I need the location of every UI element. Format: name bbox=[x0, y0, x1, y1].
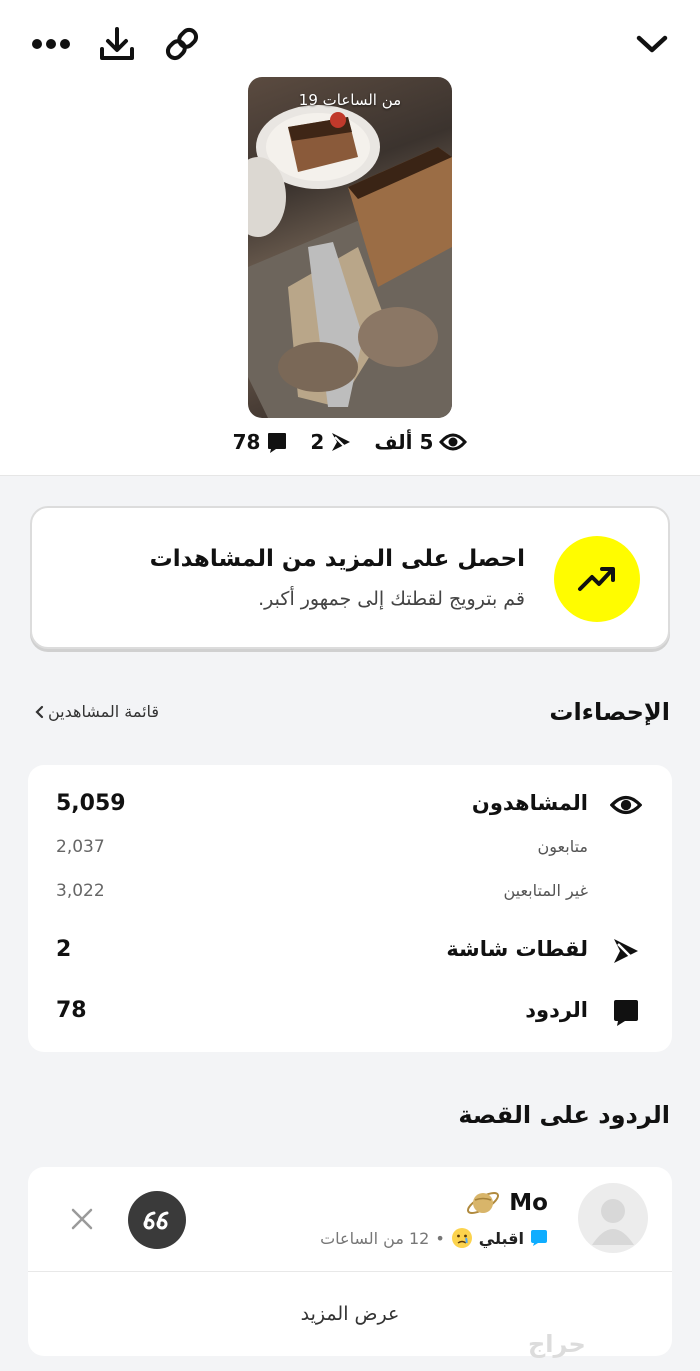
story-screenshots-stat[interactable]: 2 bbox=[310, 430, 352, 454]
story-time: 19 من الساعات bbox=[298, 91, 402, 109]
planet-icon bbox=[467, 1192, 500, 1214]
link-icon[interactable] bbox=[160, 22, 204, 66]
story-header: 19 من الساعات 5 ألف 2 78 bbox=[0, 0, 700, 476]
viewers-label: المشاهدون bbox=[471, 791, 588, 815]
eye-icon bbox=[610, 789, 642, 821]
story-views-value: 5 ألف bbox=[374, 430, 434, 454]
reply-time: 12 من الساعات bbox=[320, 1228, 430, 1248]
watermark-logo: حراج bbox=[528, 1330, 586, 1358]
replies-label: الردود bbox=[525, 998, 588, 1022]
chat-icon bbox=[531, 1230, 547, 1246]
more-options-icon[interactable] bbox=[29, 22, 73, 66]
reply-author-name: Mo bbox=[509, 1190, 548, 1216]
quote-reply-button[interactable] bbox=[128, 1191, 186, 1249]
story-replies-value: 78 bbox=[232, 430, 261, 454]
story-screenshots-value: 2 bbox=[310, 430, 325, 454]
screenshots-label: لقطات شاشة bbox=[446, 937, 588, 961]
followers-value: 2,037 bbox=[56, 837, 105, 857]
avatar[interactable] bbox=[578, 1183, 648, 1253]
replies-section-title: الردود على القصة bbox=[458, 1101, 670, 1129]
crying-face-icon bbox=[451, 1228, 472, 1248]
non-followers-value: 3,022 bbox=[56, 881, 105, 901]
reply-meta: اقبلي • 12 من الساعات bbox=[320, 1227, 548, 1249]
dismiss-reply-button[interactable] bbox=[66, 1203, 98, 1235]
viewers-list-label: قائمة المشاهدين bbox=[48, 702, 160, 721]
chat-bubble-icon bbox=[268, 433, 287, 453]
promo-subtitle: قم بترويج لقطتك إلى جمهور أكبر. bbox=[258, 588, 525, 610]
download-icon[interactable] bbox=[95, 22, 139, 66]
close-icon bbox=[71, 1208, 93, 1230]
viewers-list-link[interactable]: قائمة المشاهدين bbox=[34, 702, 159, 721]
promo-title: احصل على المزيد من المشاهدات bbox=[149, 546, 525, 572]
reply-text: اقبلي bbox=[478, 1228, 524, 1248]
viewers-value: 5,059 bbox=[56, 791, 126, 816]
chat-bubble-icon bbox=[610, 996, 642, 1028]
story-views-stat[interactable]: 5 ألف bbox=[374, 430, 468, 454]
screenshot-icon bbox=[332, 433, 351, 451]
trending-up-icon bbox=[554, 536, 640, 622]
stats-title: الإحصاءات bbox=[549, 698, 670, 726]
promote-card[interactable]: احصل على المزيد من المشاهدات قم بترويج ل… bbox=[30, 506, 670, 649]
replies-value: 78 bbox=[56, 998, 87, 1023]
screenshots-value: 2 bbox=[56, 937, 72, 962]
bullet: • bbox=[435, 1228, 445, 1248]
chevron-down-icon[interactable] bbox=[630, 22, 674, 66]
non-followers-label: غير المتابعين bbox=[503, 881, 588, 900]
story-replies-stat[interactable]: 78 bbox=[233, 430, 289, 454]
chevron-left-icon bbox=[35, 705, 44, 718]
stats-card: المشاهدون 5,059 متابعون 2,037 غير المتاب… bbox=[28, 765, 672, 1052]
eye-icon bbox=[439, 433, 468, 451]
quote-icon bbox=[143, 1211, 169, 1230]
reply-author[interactable]: Mo bbox=[465, 1185, 548, 1221]
story-thumbnail[interactable]: 19 من الساعات bbox=[248, 77, 452, 418]
reply-card: Mo اقبلي • 12 من الساعات عرض المزيد bbox=[28, 1167, 672, 1356]
followers-label: متابعون bbox=[537, 837, 588, 856]
screenshot-icon bbox=[610, 935, 642, 967]
story-stats: 5 ألف 2 78 bbox=[0, 430, 700, 454]
